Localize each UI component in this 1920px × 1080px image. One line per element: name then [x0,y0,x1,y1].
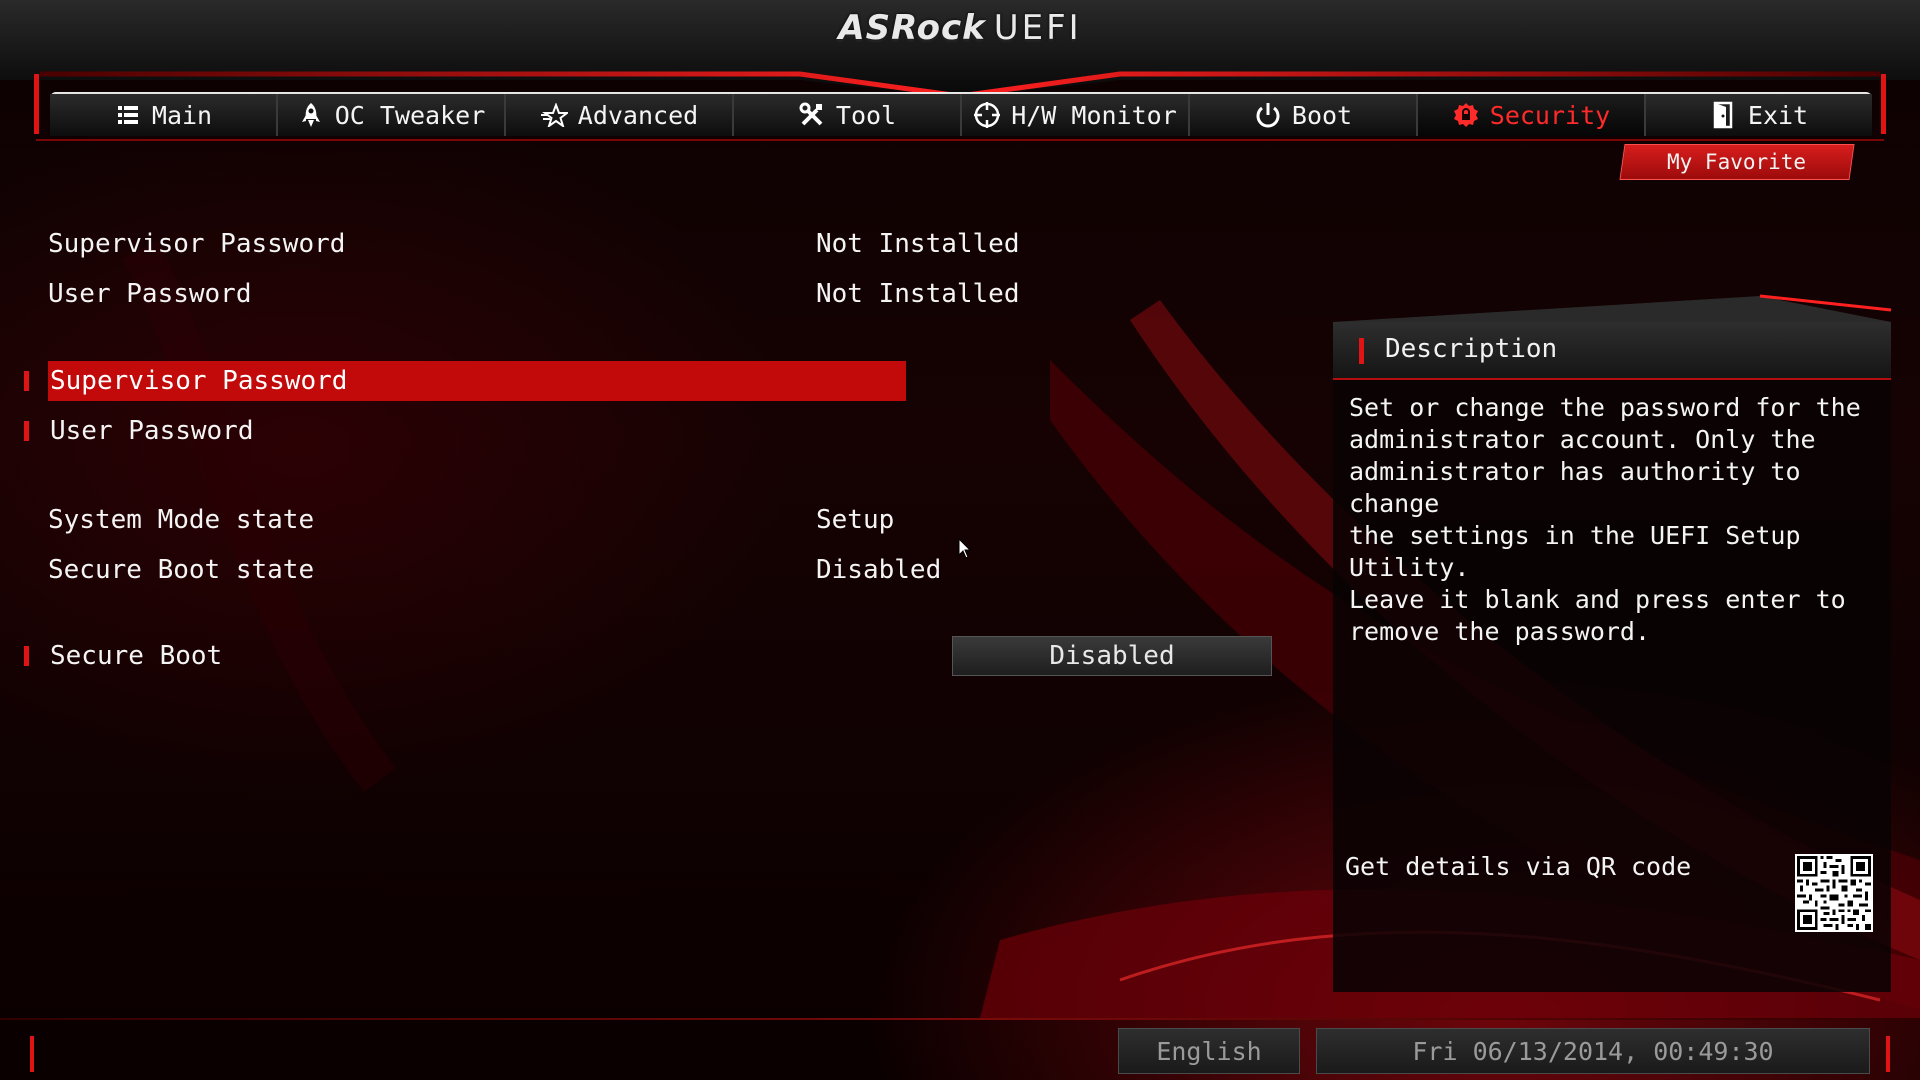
crosshair-icon [973,101,1001,129]
language-button[interactable]: English [1118,1028,1300,1074]
tab-tool[interactable]: Tool [734,94,962,136]
tab-boot[interactable]: Boot [1190,94,1418,136]
tab-label: Main [151,100,213,130]
my-favorite-label: My Favorite [1667,150,1807,174]
description-title: Description [1385,334,1558,364]
footer-divider [0,1018,1920,1020]
supervisor-password-status-value: Not Installed [816,229,1020,259]
list-icon [114,101,142,129]
power-icon [1254,101,1282,129]
item-marker [24,371,29,391]
tab-label: H/W Monitor [1011,100,1177,130]
secure-boot-dropdown-value: Disabled [1049,641,1175,671]
supervisor-password-item[interactable]: Supervisor Password [48,361,906,401]
user-password-item[interactable]: User Password [48,411,906,451]
main-tab-bar: Main OC Tweaker Advanced Tool H/W Monito… [50,92,1872,136]
product-name: UEFI [993,8,1082,48]
tab-hw-monitor[interactable]: H/W Monitor [962,94,1190,136]
user-password-status-label: User Password [48,279,252,309]
mouse-cursor-icon [958,538,972,559]
tools-icon [798,101,826,129]
system-mode-label: System Mode state [48,505,315,535]
tab-main[interactable]: Main [50,94,278,136]
system-clock: Fri 06/13/2014, 00:49:30 [1316,1028,1870,1074]
secure-boot-state-value: Disabled [816,555,942,585]
asrock-uefi-logo: ASRock UEFI [800,8,1120,48]
door-icon [1710,101,1738,129]
tab-label: Security [1489,100,1611,130]
uefi-screen: ASRock UEFI Main OC Tweaker Advanced Tool [0,0,1920,1080]
item-marker [24,646,29,666]
description-text: Set or change the password for the admin… [1349,393,1861,646]
rocket-icon [297,101,325,129]
tab-label: Tool [835,100,897,130]
tab-label: OC Tweaker [334,100,486,130]
brand-name: ASRock [838,8,986,48]
system-mode-value: Setup [816,505,895,535]
description-panel: Description Set or change the password f… [1333,322,1891,992]
left-edge-marker [30,1036,34,1072]
tab-security[interactable]: Security [1418,94,1646,136]
tab-oc-tweaker[interactable]: OC Tweaker [278,94,506,136]
description-header-marker [1359,338,1364,364]
supervisor-password-status-label: Supervisor Password [48,229,346,259]
secure-boot-state-label: Secure Boot state [48,555,315,585]
shield-icon [1452,101,1480,129]
tab-label: Boot [1291,100,1353,130]
right-edge-marker [1886,1036,1890,1072]
my-favorite-button[interactable]: My Favorite [1619,144,1855,180]
star-icon [540,101,568,129]
secure-boot-item[interactable]: Secure Boot [48,636,906,676]
language-label: English [1156,1036,1262,1066]
user-password-status-value: Not Installed [816,279,1020,309]
tab-exit[interactable]: Exit [1646,94,1872,136]
tab-label: Advanced [577,100,699,130]
clock-text: Fri 06/13/2014, 00:49:30 [1412,1036,1774,1066]
tab-label: Exit [1747,100,1809,130]
qr-code-icon[interactable] [1795,854,1873,932]
tab-advanced[interactable]: Advanced [506,94,734,136]
qr-label: Get details via QR code [1345,852,1692,881]
secure-boot-dropdown[interactable]: Disabled [952,636,1272,676]
description-header: Description [1333,322,1891,380]
item-marker [24,421,29,441]
